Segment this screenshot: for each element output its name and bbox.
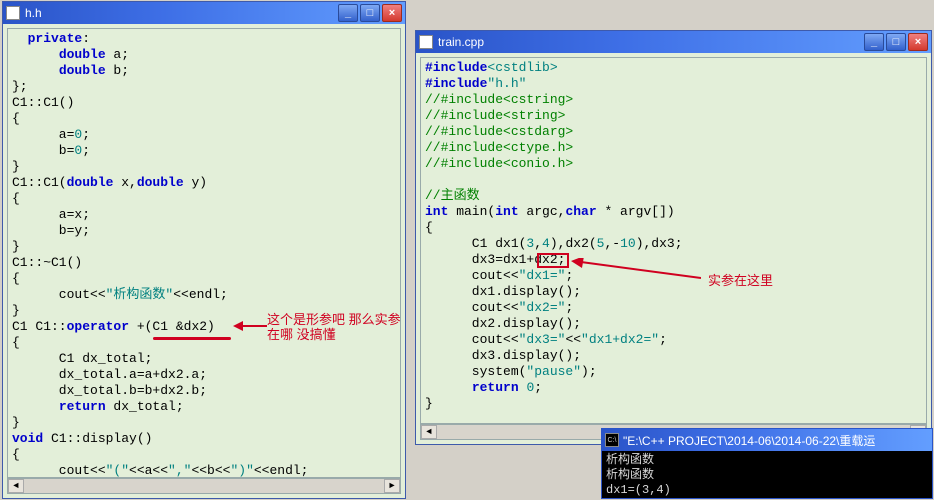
minimize-button[interactable]: _ <box>864 33 884 51</box>
scroll-left-icon[interactable]: ◄ <box>8 479 24 493</box>
close-button[interactable]: × <box>908 33 928 51</box>
window-title: h.h <box>25 6 338 20</box>
console-window: C:\ "E:\C++ PROJECT\2014-06\2014-06-22\重… <box>601 428 933 499</box>
arrow-icon <box>571 258 701 282</box>
maximize-button[interactable]: □ <box>886 33 906 51</box>
window-title: train.cpp <box>438 35 864 49</box>
console-output: 析构函数 析构函数 dx1=(3,4) <box>602 451 932 500</box>
annotation-left: 这个是形参吧 那么实参在哪 没搞懂 <box>267 312 405 342</box>
window-train-cpp: train.cpp _ □ × #include<cstdlib>#includ… <box>415 30 932 445</box>
scroll-track[interactable] <box>24 479 384 493</box>
window-h-h: h.h _ □ × private: double a; double b;};… <box>2 1 406 499</box>
editor-left[interactable]: private: double a; double b;};C1::C1(){ … <box>7 28 401 478</box>
titlebar-console[interactable]: C:\ "E:\C++ PROJECT\2014-06\2014-06-22\重… <box>602 429 932 451</box>
minimize-button[interactable]: _ <box>338 4 358 22</box>
code-area[interactable]: private: double a; double b;};C1::C1(){ … <box>8 29 400 478</box>
annotation-right: 实参在这里 <box>708 273 773 288</box>
document-icon <box>419 35 433 49</box>
document-icon <box>6 6 20 20</box>
console-icon: C:\ <box>605 433 619 447</box>
close-button[interactable]: × <box>382 4 402 22</box>
scroll-right-icon[interactable]: ► <box>384 479 400 493</box>
editor-right[interactable]: #include<cstdlib>#include"h.h"//#include… <box>420 57 927 424</box>
code-area[interactable]: #include<cstdlib>#include"h.h"//#include… <box>421 58 926 414</box>
console-title: "E:\C++ PROJECT\2014-06\2014-06-22\重载运 <box>623 432 929 449</box>
titlebar-right[interactable]: train.cpp _ □ × <box>416 31 931 53</box>
highlight-box <box>537 253 569 268</box>
scroll-left-icon[interactable]: ◄ <box>421 425 437 439</box>
maximize-button[interactable]: □ <box>360 4 380 22</box>
arrow-icon <box>233 319 267 333</box>
underline-red <box>153 337 231 340</box>
horizontal-scrollbar[interactable]: ◄ ► <box>7 478 401 494</box>
titlebar-left[interactable]: h.h _ □ × <box>3 2 405 24</box>
